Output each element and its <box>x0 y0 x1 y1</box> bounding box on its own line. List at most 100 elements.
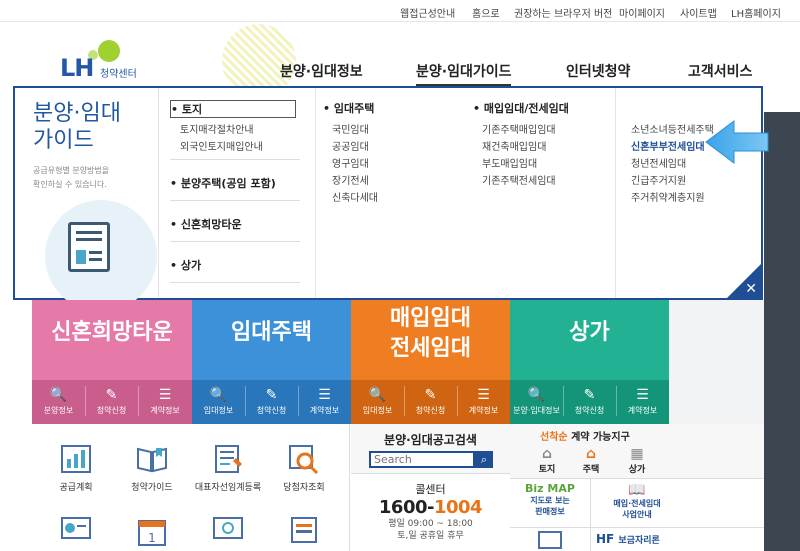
link-mypage[interactable]: 마이페이지 <box>619 5 665 20</box>
near-title-accent: 선착순 <box>540 432 568 443</box>
magnifier-icon <box>289 445 319 474</box>
tile-purchase-lease[interactable]: 매입임대 전세임대 <box>351 300 510 380</box>
quick-winner[interactable]: 당첨자조회 <box>266 444 342 493</box>
menu-rental[interactable]: • 임대주택 <box>323 100 374 116</box>
icon-sale-rental-info[interactable]: 🔍 분양·임대정보 <box>510 380 563 424</box>
nav-guide[interactable]: 분양·임대가이드 <box>416 61 512 86</box>
bizmap-logo: Biz MAP <box>525 482 575 495</box>
icon-sale-info[interactable]: 🔍 분양정보 <box>32 380 85 424</box>
divider <box>315 88 316 298</box>
bizmap-link[interactable]: Biz MAP 지도로 보는 판매정보 <box>510 482 590 517</box>
menu-lease-item[interactable]: 주거취약계층지원 <box>631 189 705 204</box>
icon-label: 청약신청 <box>415 406 446 415</box>
icon-contract[interactable]: ☰ 계약정보 <box>457 380 510 424</box>
near-title-rest: 계약 가능지구 <box>567 432 630 443</box>
search-button[interactable]: ⌕ <box>475 451 493 468</box>
menu-rental-item[interactable]: 공공임대 <box>332 138 369 153</box>
menu-land[interactable]: • 토지 <box>170 100 296 118</box>
building-icon: ▦ <box>630 446 644 462</box>
menu-purchase-lease-label: 매입임대/전세임대 <box>483 102 569 115</box>
call-center: 콜센터 1600-1004 평일 09:00 ~ 18:00 토,일 공휴일 휴… <box>351 475 510 551</box>
divider <box>158 88 159 298</box>
link-sitemap[interactable]: 사이트맵 <box>680 5 717 20</box>
quick-links: 공급계획 청약가이드 대표자선임계등록 당첨자조회 1 <box>32 424 350 551</box>
near-shop[interactable]: ▦ 상가 <box>622 446 652 475</box>
divider <box>510 527 764 528</box>
search-icon: 🔍 <box>368 387 387 403</box>
icon-apply[interactable]: ✎ 청약신청 <box>563 380 616 424</box>
icon-rental-info[interactable]: 🔍 임대정보 <box>192 380 245 424</box>
near-house[interactable]: ⌂ 주택 <box>576 446 606 475</box>
logo[interactable]: LH 청약센터 <box>60 38 160 82</box>
icon-label: 계약정보 <box>468 406 499 415</box>
nav-service[interactable]: 고객서비스 <box>688 61 752 81</box>
tile-newlywed-town[interactable]: 신혼희망타운 <box>32 300 192 380</box>
close-icon[interactable]: ✕ <box>745 281 757 297</box>
quick-label: 당첨자조회 <box>283 483 325 493</box>
list-icon: ☰ <box>636 387 649 403</box>
menu-rental-item[interactable]: 신축다세대 <box>332 189 378 204</box>
call-hours: 평일 09:00 ~ 18:00 <box>388 519 473 529</box>
hf-label: 보금자리론 <box>618 536 660 546</box>
bizmap-line1: 지도로 보는 <box>530 496 570 505</box>
quick-guide[interactable]: 청약가이드 <box>114 444 190 493</box>
icon-apply[interactable]: ✎ 청약신청 <box>85 380 138 424</box>
report-icon <box>61 517 91 539</box>
tile-commercial[interactable]: 상가 <box>510 300 669 380</box>
document-icon <box>68 222 110 272</box>
menu-lease-item[interactable]: 소년소녀등전세주택 <box>631 121 714 136</box>
near-label: 주택 <box>582 465 600 475</box>
tile-rental[interactable]: 임대주택 <box>192 300 351 380</box>
menu-purchase-item[interactable]: 기존주택매입임대 <box>482 121 556 136</box>
menu-newlywed-town[interactable]: • 신혼희망타운 <box>170 216 242 232</box>
lease-guide-link[interactable]: 📖 매입·전세임대 사업안내 <box>592 482 682 520</box>
link-lh-home[interactable]: LH홈페이지 <box>731 5 781 20</box>
link-browser[interactable]: 권장하는 브라우저 버전 <box>514 5 612 20</box>
menu-land-foreign[interactable]: 외국인토지매입안내 <box>180 138 263 153</box>
hf-link[interactable]: HF 보금자리론 <box>596 532 660 546</box>
menu-rental-item[interactable]: 영구임대 <box>332 155 369 170</box>
nav-info[interactable]: 분양·임대정보 <box>280 61 363 81</box>
tile-spacer <box>669 300 764 424</box>
icon-rental-info[interactable]: 🔍 임대정보 <box>351 380 404 424</box>
link-home[interactable]: 홈으로 <box>472 5 500 20</box>
icon-apply[interactable]: ✎ 청약신청 <box>245 380 298 424</box>
icon-label: 계약정보 <box>309 406 340 415</box>
menu-rental-item[interactable]: 국민임대 <box>332 121 369 136</box>
icon-contract[interactable]: ☰ 계약정보 <box>616 380 669 424</box>
menu-lease-newlywed[interactable]: 신혼부부전세임대 <box>631 138 705 153</box>
icon-label: 분양정보 <box>43 406 74 415</box>
menu-lease-item[interactable]: 긴급주거지원 <box>631 172 686 187</box>
search-input[interactable] <box>369 451 475 468</box>
search-title: 분양·임대공고검색 <box>384 433 477 447</box>
pen-icon: ✎ <box>265 387 278 403</box>
quick-supply-plan[interactable]: 공급계획 <box>38 444 114 493</box>
logo-dot <box>98 40 120 62</box>
book-icon <box>137 447 167 473</box>
menu-purchase-item[interactable]: 재건축매입임대 <box>482 138 546 153</box>
icon-label: 청약신청 <box>96 406 127 415</box>
right-side-panel <box>764 112 800 551</box>
quick-representative[interactable]: 대표자선임계등록 <box>190 444 266 493</box>
dropdown-desc-line2: 확인하실 수 있습니다. <box>33 180 107 189</box>
near-land[interactable]: ⌂ 토지 <box>532 446 562 475</box>
menu-purchase-item[interactable]: 기존주택전세임대 <box>482 172 556 187</box>
menu-purchase-lease[interactable]: • 매입임대/전세임대 <box>473 100 569 116</box>
menu-purchase-item[interactable]: 부도매입임대 <box>482 155 537 170</box>
icon-contract[interactable]: ☰ 계약정보 <box>298 380 351 424</box>
card-icon <box>538 531 562 549</box>
menu-lease-item[interactable]: 청년전세임대 <box>631 155 686 170</box>
bizmap-line2: 판매정보 <box>535 507 565 516</box>
quick-label: 청약가이드 <box>131 483 173 493</box>
menu-land-procedure[interactable]: 토지매각절차안내 <box>180 121 254 136</box>
divider <box>615 88 616 298</box>
menu-rental-item[interactable]: 장기전세 <box>332 172 369 187</box>
nav-apply[interactable]: 인터넷청약 <box>566 61 630 81</box>
icon-row-commercial: 🔍 분양·임대정보 ✎ 청약신청 ☰ 계약정보 <box>510 380 669 424</box>
menu-sale-housing[interactable]: • 분양주택(공임 포함) <box>170 175 276 191</box>
link-accessibility[interactable]: 웹접근성안내 <box>400 5 455 20</box>
icon-apply[interactable]: ✎ 청약신청 <box>404 380 457 424</box>
icon-contract[interactable]: ☰ 계약정보 <box>138 380 192 424</box>
menu-commercial[interactable]: • 상가 <box>170 257 201 273</box>
list-icon: ☰ <box>158 387 172 403</box>
